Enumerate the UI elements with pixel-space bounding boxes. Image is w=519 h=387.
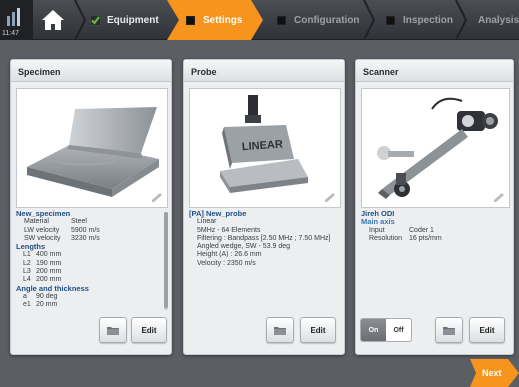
clock: 11:47 [2,30,19,37]
step-box-icon [277,15,286,25]
probe-line: Angled wedge, SW - 53.9 deg [197,243,291,251]
scanner-header: Scanner [356,60,513,82]
next-label: Next [482,368,502,378]
step-label: Configuration [294,14,360,26]
specimen-image [16,88,168,208]
chevron-separator-icon [363,0,376,40]
angle-key: e1 [23,301,31,309]
encoder-toggle[interactable]: On Off [360,318,412,342]
top-bar: 11:47 Equipment Settings Configuration I… [0,0,519,40]
probe-line: 5MHz - 64 Elements [197,226,261,234]
probe-panel: Probe LINEAR [PA] New_probe Linear 5MHz … [183,59,345,355]
step-settings[interactable]: Settings [186,4,256,36]
step-label: Inspection [403,14,454,26]
angle-key: a [23,292,27,300]
length-key: L3 [23,268,31,276]
step-equipment[interactable]: Equipment [90,4,160,36]
angle-title: Angle and thickness [16,283,89,293]
length-value: 400 mm [36,251,62,259]
probe-image: LINEAR [189,88,341,208]
angle-value: 90 deg [36,292,58,300]
length-row: L1 400 mm [16,251,168,259]
prop-key: Input [369,226,385,234]
step-label: Equipment [107,14,159,26]
probe-name: [PA] New_probe [189,210,247,218]
pencil-icon[interactable] [493,193,505,203]
main-content: Specimen New_specimen Material Steel LW … [0,41,519,387]
specimen-panel: Specimen New_specimen Material Steel LW … [10,59,172,355]
probe-line: Height (A) : 26.6 mm [197,251,262,259]
prop-key: Resolution [369,234,403,242]
pencil-icon[interactable] [151,193,163,203]
specimen-edit-button[interactable]: Edit [131,317,167,343]
prop-key: LW velocity [24,226,60,234]
prop-value: Coder 1 [409,226,434,234]
specimen-name: New_specimen [16,210,71,218]
scanner-image [361,88,510,208]
prop-row: Resolution 16 pts/mm [361,235,513,243]
scanner-panel: Scanner Jireh ODI Main axis Input Coder … [355,59,514,355]
step-label: Analysis [478,14,519,26]
prop-row: LW velocity 5900 m/s [16,227,168,235]
specimen-header: Specimen [11,60,171,82]
prop-value: Steel [71,218,87,226]
folder-icon [274,326,286,335]
probe-line: Velocity : 2350 m/s [197,259,256,267]
length-row: L3 200 mm [16,268,168,276]
prop-value: 3230 m/s [71,234,100,242]
toggle-on[interactable]: On [361,319,386,341]
check-icon [90,14,101,26]
folder-icon [443,326,455,335]
probe-line: Filtering : Bandpass [2.50 MHz ; 7.50 MH… [197,234,331,242]
length-value: 190 mm [36,259,62,267]
scanner-info: Jireh ODI Main axis Input Coder 1 Resolut… [361,210,513,310]
step-box-icon [386,15,395,25]
probe-info: [PA] New_probe Linear 5MHz - 64 Elements… [189,210,341,310]
probe-header: Probe [184,60,344,82]
info-scrollbar[interactable] [164,212,168,310]
next-button[interactable]: Next [470,359,519,387]
scanner-axis: Main axis [361,217,395,227]
folder-icon [107,326,119,335]
scrollbar-thumb[interactable] [164,212,168,308]
open-folder-button[interactable] [99,317,127,343]
toggle-off[interactable]: Off [386,319,411,341]
status-area: 11:47 [0,0,33,40]
weld-specimen-illustration [27,107,159,197]
step-label: Settings [203,14,243,26]
signal-icon [7,8,27,26]
length-key: L2 [23,259,31,267]
lengths-title: Lengths [16,242,46,252]
angle-row: e1 20 mm [16,301,168,309]
angle-row: a 90 deg [16,293,168,301]
step-box-icon [186,15,195,25]
prop-value: 16 pts/mm [409,234,442,242]
angle-value: 20 mm [36,301,58,309]
pencil-icon[interactable] [324,193,336,203]
open-folder-button[interactable] [435,317,463,343]
step-analysis[interactable]: Analysis [478,4,519,36]
prop-row: Input Coder 1 [361,227,513,235]
probe-illustration: LINEAR [220,95,308,193]
specimen-info: New_specimen Material Steel LW velocity 59… [16,210,168,310]
scanner-illustration [377,97,498,199]
scanner-edit-button[interactable]: Edit [469,317,505,343]
prop-row: Material Steel [16,218,168,226]
length-row: L2 190 mm [16,260,168,268]
home-icon[interactable] [35,2,71,38]
chevron-separator-icon [455,0,468,40]
length-value: 200 mm [36,268,62,276]
step-inspection[interactable]: Inspection [386,4,456,36]
probe-line: Linear [197,218,217,226]
prop-value: 5900 m/s [71,226,100,234]
prop-key: Material [24,218,49,226]
chevron-separator-icon [74,0,87,40]
step-configuration[interactable]: Configuration [277,4,367,36]
open-folder-button[interactable] [266,317,294,343]
length-key: L1 [23,251,31,259]
probe-edit-button[interactable]: Edit [300,317,336,343]
